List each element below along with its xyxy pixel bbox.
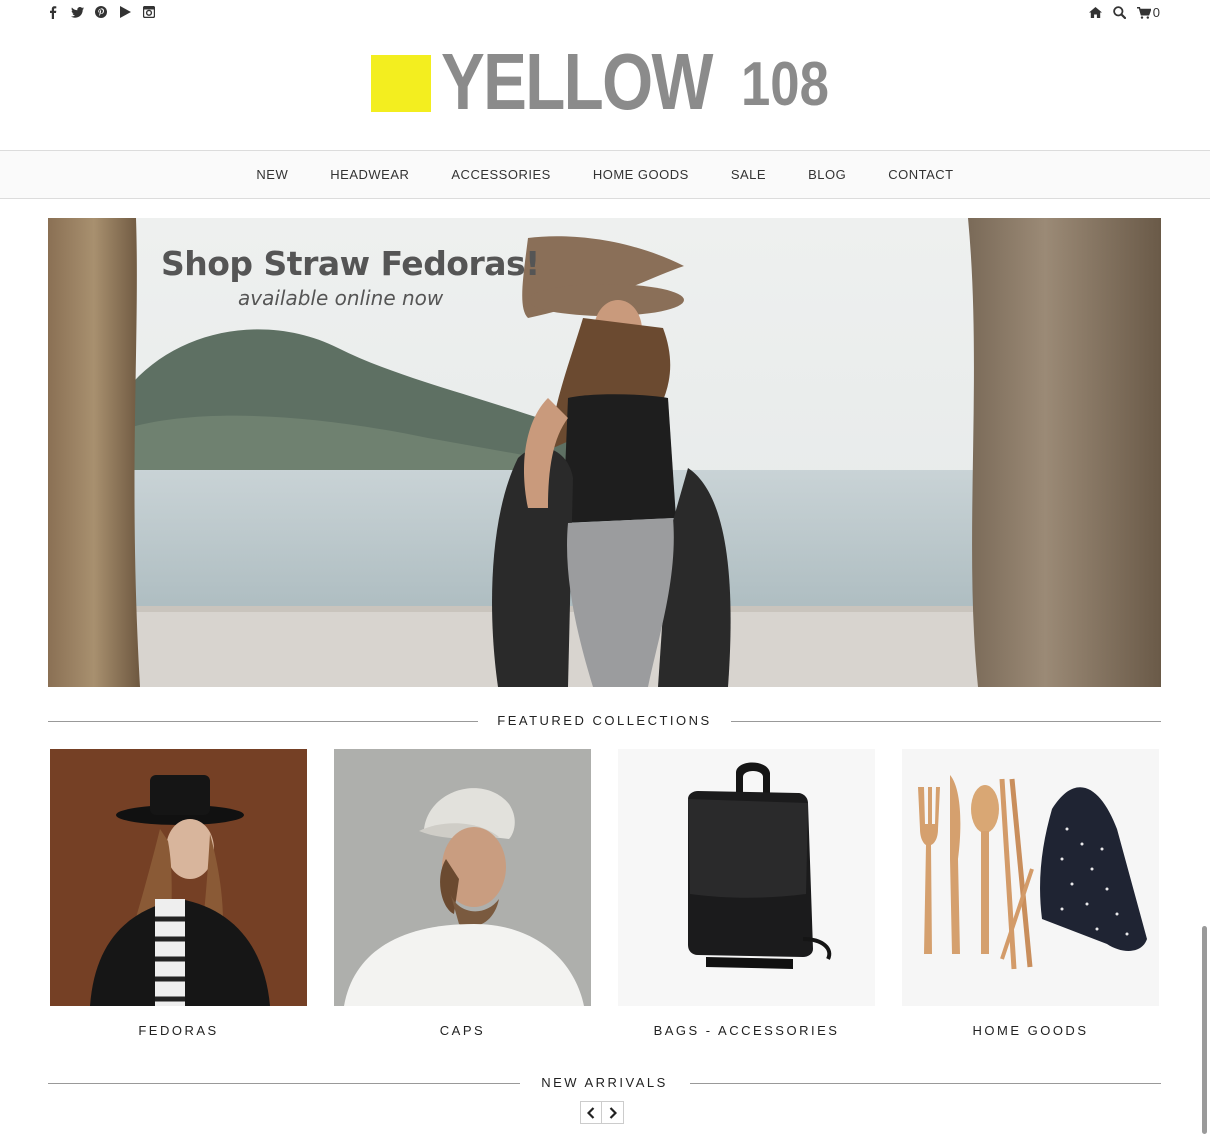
social-links <box>46 5 156 19</box>
main-nav: NEW HEADWEAR ACCESSORIES HOME GOODS SALE… <box>0 150 1210 199</box>
twitter-icon[interactable] <box>70 5 84 19</box>
cart-link[interactable]: 0 <box>1136 5 1160 20</box>
nav-item-sale[interactable]: SALE <box>731 167 766 182</box>
youtube-icon[interactable] <box>118 5 132 19</box>
nav-item-headwear[interactable]: HEADWEAR <box>330 167 409 182</box>
cart-icon <box>1136 6 1151 20</box>
section-title: NEW ARRIVALS <box>541 1075 668 1090</box>
collection-image <box>50 749 307 1006</box>
collection-card-bags-accessories[interactable]: BAGS - ACCESSORIES <box>618 749 875 1038</box>
collection-card-home-goods[interactable]: HOME GOODS <box>902 749 1159 1038</box>
carousel-prev-button[interactable] <box>580 1101 602 1124</box>
pinterest-icon[interactable] <box>94 5 108 19</box>
collection-label: CAPS <box>439 1023 486 1038</box>
home-icon[interactable] <box>1089 6 1103 20</box>
utility-links: 0 <box>1089 5 1160 20</box>
collection-image <box>618 749 875 1006</box>
hero-image <box>48 218 1161 687</box>
facebook-icon[interactable] <box>46 5 60 19</box>
collection-image <box>902 749 1159 1006</box>
logo-number: 108 <box>741 50 829 119</box>
collection-label: FEDORAS <box>138 1023 219 1038</box>
collection-label: BAGS - ACCESSORIES <box>653 1023 840 1038</box>
nav-item-blog[interactable]: BLOG <box>808 167 846 182</box>
chevron-right-icon <box>609 1106 617 1119</box>
nav-item-new[interactable]: NEW <box>256 167 288 182</box>
nav-item-contact[interactable]: CONTACT <box>888 167 953 182</box>
chevron-left-icon <box>587 1106 595 1119</box>
nav-item-accessories[interactable]: ACCESSORIES <box>451 167 550 182</box>
logo-word: YELLOW <box>441 37 713 126</box>
section-title: FEATURED COLLECTIONS <box>497 713 712 728</box>
carousel-controls <box>580 1101 624 1124</box>
hero-subtitle: available online now <box>238 286 444 310</box>
collection-card-caps[interactable]: CAPS <box>334 749 591 1038</box>
instagram-icon[interactable] <box>142 5 156 19</box>
top-bar: 0 <box>0 0 1210 26</box>
nav-item-home-goods[interactable]: HOME GOODS <box>593 167 689 182</box>
page-scrollbar-thumb[interactable] <box>1202 926 1207 1134</box>
featured-collections-heading: FEATURED COLLECTIONS <box>48 711 1161 731</box>
logo-square <box>371 55 431 112</box>
collection-image <box>334 749 591 1006</box>
collection-card-fedoras[interactable]: FEDORAS <box>50 749 307 1038</box>
hero-banner[interactable]: Shop Straw Fedoras! available online now <box>48 218 1161 687</box>
carousel-next-button[interactable] <box>602 1101 624 1124</box>
hero-title: Shop Straw Fedoras! <box>161 244 540 283</box>
new-arrivals-heading: NEW ARRIVALS <box>48 1073 1161 1093</box>
cart-count: 0 <box>1152 5 1160 20</box>
site-logo[interactable]: YELLOW 108 <box>371 37 829 126</box>
collection-label: HOME GOODS <box>972 1023 1089 1038</box>
search-icon[interactable] <box>1113 6 1127 20</box>
